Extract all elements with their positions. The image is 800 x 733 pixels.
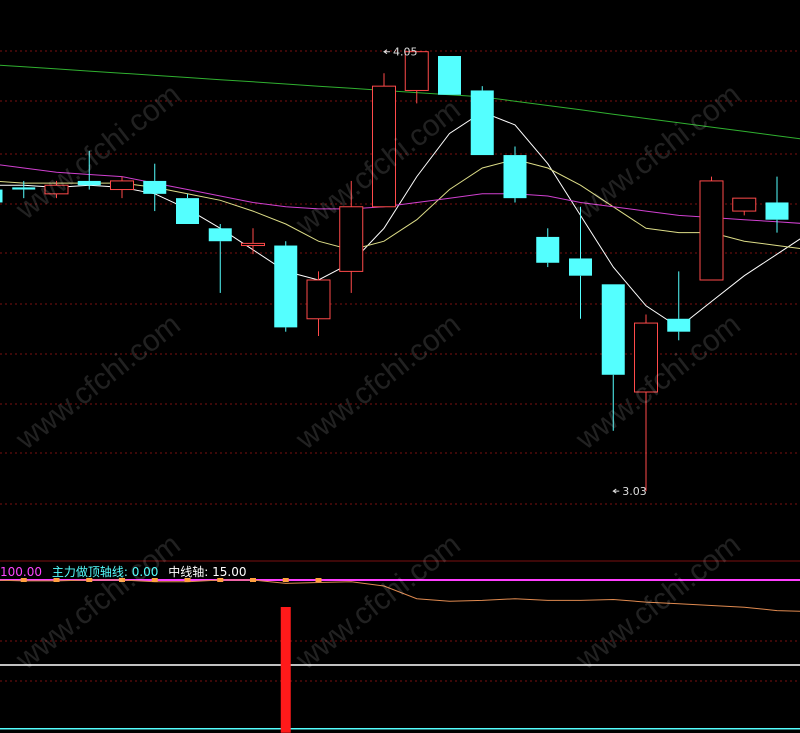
candle-body	[12, 187, 36, 190]
indicator-legend: 100.00 主力做顶轴线: 0.00 中线轴: 15.00	[0, 564, 246, 580]
candle-body	[0, 189, 3, 203]
candle-body	[569, 258, 592, 276]
legend-mid-axis-value: 15.00	[212, 565, 247, 579]
candle[interactable]	[503, 146, 527, 203]
candle[interactable]	[667, 271, 691, 341]
candle-body	[765, 202, 789, 220]
indicator-marker	[250, 578, 256, 582]
chart-canvas[interactable]: 4.05 3.03	[0, 0, 800, 733]
candle-body	[732, 197, 757, 212]
indicator-signal-bar	[280, 607, 291, 733]
candle-body	[372, 85, 396, 208]
indicator-line	[0, 579, 800, 612]
candle-body	[634, 322, 658, 393]
candle[interactable]	[77, 150, 101, 190]
candle[interactable]	[274, 241, 298, 332]
price-annotation: 3.03	[622, 485, 647, 498]
candle[interactable]	[208, 224, 232, 293]
ma-line-magenta	[0, 164, 800, 224]
candle[interactable]	[536, 228, 560, 268]
candle-body	[470, 90, 494, 156]
candle-body	[44, 184, 69, 195]
candle[interactable]	[634, 314, 658, 492]
candle[interactable]	[438, 56, 461, 95]
candle-body	[503, 155, 527, 199]
candle-body	[536, 236, 560, 263]
indicator-marker	[315, 578, 322, 582]
candle-body	[667, 318, 691, 332]
ma-line-green	[0, 64, 800, 140]
annotation-arrow	[383, 49, 390, 55]
candle[interactable]	[470, 86, 494, 156]
candle-body	[208, 228, 232, 242]
candle[interactable]	[339, 180, 364, 293]
stock-chart-window: 4.05 3.03 www.cfchi.com www.cfchi.com www.c…	[0, 0, 800, 733]
candle-body	[110, 180, 134, 191]
candle-body	[143, 180, 167, 194]
indicator-marker	[282, 578, 289, 582]
candle-body	[699, 180, 724, 281]
candle[interactable]	[176, 193, 199, 224]
legend-first-value: 100.00	[0, 565, 42, 579]
candle[interactable]	[372, 73, 396, 208]
candle-body	[306, 279, 331, 320]
candle[interactable]	[241, 228, 265, 255]
candle[interactable]	[306, 271, 331, 336]
candle-body	[77, 180, 101, 186]
candle[interactable]	[404, 51, 429, 104]
candle-body	[438, 56, 461, 95]
candle-body	[274, 245, 298, 328]
ma-line-white	[0, 111, 800, 329]
annotation-arrow	[612, 488, 620, 494]
legend-top-axis-name: 主力做顶轴线:	[51, 565, 128, 579]
legend-top-axis-value: 0.00	[131, 565, 159, 579]
candle[interactable]	[569, 206, 592, 319]
price-annotation: 4.05	[393, 46, 418, 59]
candle[interactable]	[110, 176, 134, 199]
candle-body	[339, 206, 364, 272]
candle[interactable]	[732, 197, 757, 216]
candle[interactable]	[601, 284, 625, 431]
candle[interactable]	[699, 176, 724, 281]
candle-body	[176, 198, 199, 224]
candle[interactable]	[765, 176, 789, 233]
candle-body	[241, 242, 265, 247]
legend-mid-axis-name: 中线轴:	[168, 565, 209, 579]
candle-body	[601, 284, 625, 375]
